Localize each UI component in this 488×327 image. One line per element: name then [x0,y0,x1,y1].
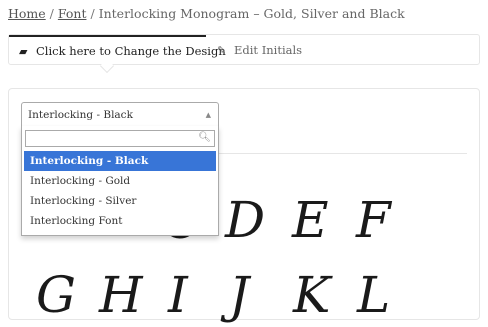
tab-edit-initials[interactable]: ✎ Edit Initials [217,35,302,65]
search-icon: 🔍︎ [198,132,211,143]
monogram-letter-i[interactable]: I [168,270,188,320]
breadcrumb-separator: / [49,6,54,21]
dropdown-option-interlocking-gold[interactable]: Interlocking - Gold [24,171,216,191]
dropdown-search-input[interactable]: 🔍︎ [25,130,215,147]
dropdown-option-interlocking-silver[interactable]: Interlocking - Silver [24,191,216,211]
dropdown-option-interlocking-black[interactable]: Interlocking - Black [24,151,216,171]
design-dropdown: 🔍︎ Interlocking - Black Interlocking - G… [21,126,219,236]
monogram-letter-l[interactable]: L [357,270,390,320]
tab-change-design-label: Click here to Change the Design [36,44,226,58]
tab-bar: ▰ Click here to Change the Design ✎ Edit I… [8,34,480,65]
design-select-value: Interlocking - Black [28,109,133,121]
folder-open-icon: ▰ [19,45,28,58]
dropdown-option-interlocking-font[interactable]: Interlocking Font [24,211,216,231]
monogram-letter-j[interactable]: J [229,270,249,320]
arrow-up-icon: ▲ [205,111,211,119]
monogram-letter-g[interactable]: G [36,270,76,320]
monogram-letter-k[interactable]: K [293,270,330,320]
breadcrumb: Home / Font / Interlocking Monogram – Go… [8,6,405,21]
tab-change-design[interactable]: ▰ Click here to Change the Design [9,35,226,65]
dropdown-options: Interlocking - Black Interlocking - Gold… [24,151,216,231]
tab-edit-initials-label: Edit Initials [234,43,303,57]
breadcrumb-font-link[interactable]: Font [58,6,87,21]
monogram-letter-e[interactable]: E [292,195,329,245]
monogram-letter-h[interactable]: H [99,270,143,320]
breadcrumb-home-link[interactable]: Home [8,6,46,21]
edit-icon: ✎ [217,44,227,57]
design-select[interactable]: Interlocking - Black ▲ [21,102,219,127]
breadcrumb-current: Interlocking Monogram – Gold, Silver and… [98,6,405,21]
breadcrumb-separator: / [90,6,95,21]
monogram-letter-d[interactable]: D [225,195,265,245]
monogram-letter-f[interactable]: F [356,195,391,245]
